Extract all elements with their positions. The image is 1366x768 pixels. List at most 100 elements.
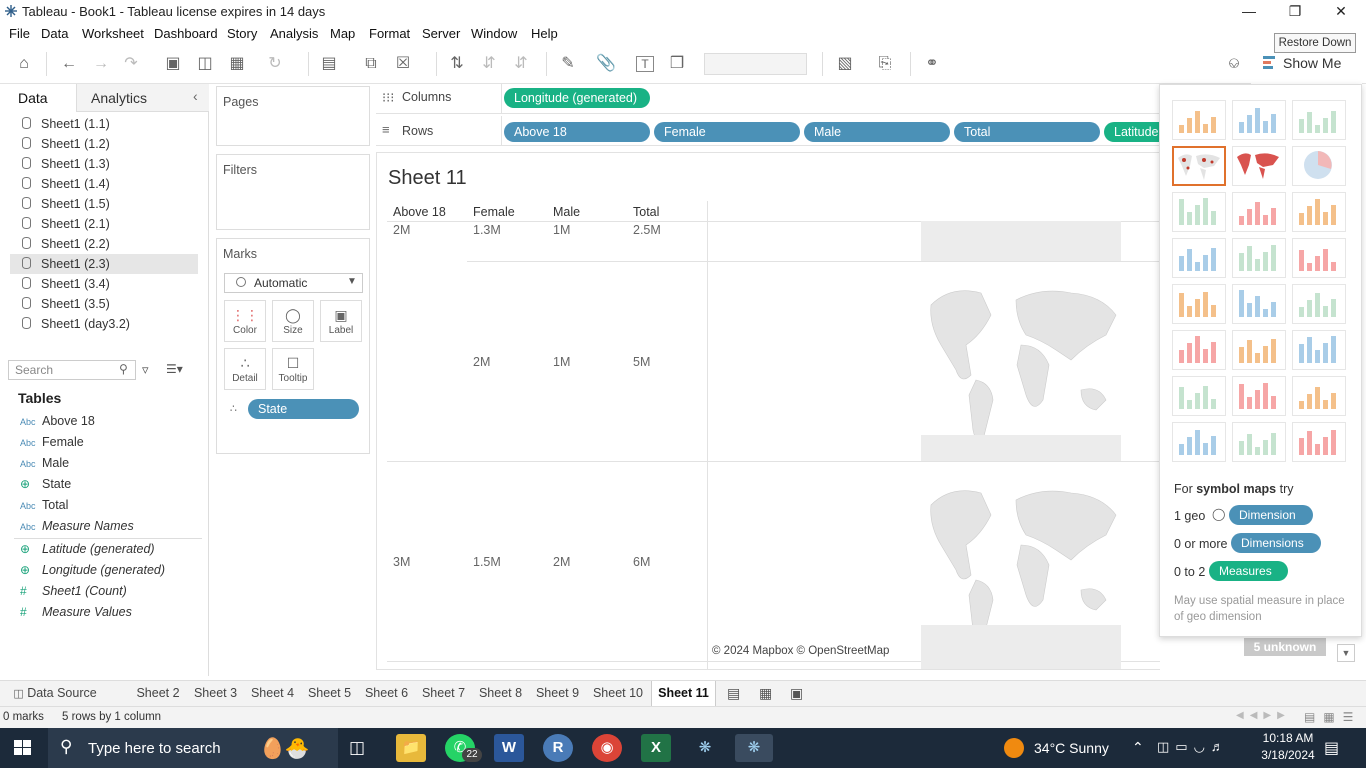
show-mark-labels-icon[interactable]: T bbox=[636, 56, 654, 72]
tab-sheet-10[interactable]: Sheet 10 bbox=[587, 681, 649, 707]
tab-sheet-3[interactable]: Sheet 3 bbox=[188, 681, 243, 707]
duplicate-icon[interactable]: ⧉ bbox=[360, 54, 382, 74]
sheet-nav-icons[interactable]: ◀◀▶▶ bbox=[1236, 710, 1291, 721]
home-icon[interactable]: ⌂ bbox=[13, 54, 35, 74]
color-button[interactable]: ⋮⋮ Color bbox=[224, 300, 266, 342]
menu-dashboard[interactable]: Dashboard bbox=[154, 26, 218, 41]
circle-views-thumbnail[interactable] bbox=[1232, 238, 1286, 278]
dimension-field[interactable]: Abc Above 18 bbox=[20, 411, 95, 431]
heat-map-thumbnail[interactable] bbox=[1232, 100, 1286, 140]
r-icon[interactable]: R bbox=[543, 734, 573, 762]
redo-icon[interactable]: → bbox=[90, 54, 112, 74]
detail-button[interactable]: ∴ Detail bbox=[224, 348, 266, 390]
horizontal-bars-thumbnail[interactable] bbox=[1172, 192, 1226, 232]
word-icon[interactable]: W bbox=[494, 734, 524, 762]
data-source-item[interactable]: Sheet1 (1.1) bbox=[22, 114, 110, 134]
swap-rows-columns-icon[interactable]: ⇅ bbox=[446, 54, 468, 74]
fit-dropdown[interactable] bbox=[704, 53, 807, 75]
excel-icon[interactable]: X bbox=[641, 734, 671, 762]
size-button[interactable]: ◯ Size bbox=[272, 300, 314, 342]
text-table-thumbnail[interactable] bbox=[1172, 100, 1226, 140]
area-discrete-thumbnail[interactable] bbox=[1232, 330, 1286, 370]
mark-type-dropdown[interactable]: Automatic ▼ bbox=[224, 273, 363, 293]
side-by-side-bars-thumbnail[interactable] bbox=[1292, 192, 1346, 232]
restore-down-button[interactable]: ❐ bbox=[1272, 0, 1318, 24]
data-source-item[interactable]: Sheet1 (1.4) bbox=[22, 174, 110, 194]
data-source-item[interactable]: Sheet1 (1.3) bbox=[22, 154, 110, 174]
notifications-icon[interactable]: ▤ bbox=[1324, 738, 1339, 758]
treemap-thumbnail[interactable] bbox=[1172, 238, 1226, 278]
dimension-field[interactable]: Abc Total bbox=[20, 495, 68, 515]
map-pane-4[interactable] bbox=[921, 625, 1121, 669]
new-data-source-icon[interactable]: ◫ bbox=[194, 54, 216, 74]
minimize-button[interactable]: — bbox=[1226, 0, 1272, 24]
replay-icon[interactable]: ↷ bbox=[120, 54, 142, 74]
label-button[interactable]: ▣ Label bbox=[320, 300, 362, 342]
measure-field[interactable]: ⊕ Latitude (generated) bbox=[20, 539, 155, 559]
menu-help[interactable]: Help bbox=[531, 26, 558, 41]
box-and-whisker-thumbnail[interactable] bbox=[1292, 376, 1346, 416]
menu-file[interactable]: File bbox=[9, 26, 30, 41]
continuous-lines-thumbnail[interactable] bbox=[1172, 284, 1226, 324]
stacked-bars-thumbnail[interactable] bbox=[1232, 192, 1286, 232]
state-detail-pill[interactable]: State bbox=[248, 399, 359, 419]
collapse-icon[interactable]: ‹ bbox=[193, 88, 198, 104]
menu-window[interactable]: Window bbox=[471, 26, 517, 41]
tab-data-source[interactable]: ◫ Data Source bbox=[6, 681, 104, 707]
packed-bubbles-thumbnail[interactable] bbox=[1292, 422, 1346, 462]
tab-data[interactable]: Data bbox=[0, 84, 76, 112]
highlight-icon[interactable]: ✎ bbox=[557, 54, 579, 74]
map-pane-1[interactable] bbox=[921, 221, 1121, 261]
save-icon[interactable]: ▣ bbox=[162, 54, 184, 74]
tableau-active-icon[interactable]: ❋ bbox=[735, 734, 773, 762]
unknown-badge[interactable]: 5 unknown bbox=[1244, 638, 1326, 656]
search-field[interactable]: Search ⚲ bbox=[8, 360, 136, 380]
menu-analysis[interactable]: Analysis bbox=[270, 26, 318, 41]
tab-sheet-5[interactable]: Sheet 5 bbox=[302, 681, 357, 707]
refresh-icon[interactable]: ↻ bbox=[264, 54, 286, 74]
measure-field[interactable]: # Measure Values bbox=[20, 602, 132, 622]
longitude-pill[interactable]: Longitude (generated) bbox=[504, 88, 650, 108]
dual-lines-thumbnail[interactable] bbox=[1292, 284, 1346, 324]
dimension-field[interactable]: ⊕ State bbox=[20, 474, 71, 494]
latitude-pill[interactable]: Latitude bbox=[1104, 122, 1160, 142]
view-options-icon[interactable]: ☰▾ bbox=[166, 362, 183, 376]
measure-field[interactable]: # Sheet1 (Count) bbox=[20, 581, 127, 601]
weather-sun-icon[interactable] bbox=[1004, 738, 1024, 758]
measure-field[interactable]: ⊕ Longitude (generated) bbox=[20, 560, 165, 580]
chrome-icon[interactable]: ◉ bbox=[592, 734, 622, 762]
data-source-item[interactable]: Sheet1 (2.3) bbox=[10, 254, 198, 274]
data-source-item[interactable]: Sheet1 (day3.2) bbox=[22, 314, 130, 334]
new-worksheet-icon[interactable]: ▤ bbox=[318, 54, 340, 74]
menu-story[interactable]: Story bbox=[227, 26, 257, 41]
side-by-side-circles-thumbnail[interactable] bbox=[1292, 238, 1346, 278]
tab-sheet-9[interactable]: Sheet 9 bbox=[530, 681, 585, 707]
discrete-lines-thumbnail[interactable] bbox=[1232, 284, 1286, 324]
data-source-item[interactable]: Sheet1 (1.5) bbox=[22, 194, 110, 214]
taskbar-search[interactable]: ⚲ Type here to search 🥚🐣 bbox=[48, 728, 338, 768]
data-source-item[interactable]: Sheet1 (2.2) bbox=[22, 234, 110, 254]
dimension-field[interactable]: Abc Measure Names bbox=[20, 516, 134, 536]
scatter-plot-thumbnail[interactable] bbox=[1172, 376, 1226, 416]
menu-server[interactable]: Server bbox=[422, 26, 460, 41]
show-cards-icon[interactable]: ▧ bbox=[834, 54, 856, 74]
data-source-item[interactable]: Sheet1 (3.4) bbox=[22, 274, 110, 294]
tray-chevron-icon[interactable]: ⌃ bbox=[1132, 739, 1144, 756]
filter-icon[interactable]: ▿ bbox=[142, 362, 149, 378]
gantt-chart-thumbnail[interactable] bbox=[1172, 422, 1226, 462]
symbol-map-thumbnail[interactable] bbox=[1172, 146, 1226, 186]
data-source-item[interactable]: Sheet1 (3.5) bbox=[22, 294, 110, 314]
share-icon[interactable]: ⚭ bbox=[921, 54, 943, 74]
clock-date[interactable]: 3/18/2024 bbox=[1257, 748, 1319, 762]
tray-icons[interactable]: ◫▭◡♬ bbox=[1157, 739, 1230, 755]
pin-axes-icon[interactable]: ❒ bbox=[666, 54, 688, 74]
new-story-tab-icon[interactable]: ▣ bbox=[790, 685, 803, 702]
windows-start-icon[interactable] bbox=[14, 740, 32, 756]
highlight-table-thumbnail[interactable] bbox=[1292, 100, 1346, 140]
group-members-icon[interactable]: 📎 bbox=[595, 54, 617, 74]
tab-sheet-6[interactable]: Sheet 6 bbox=[359, 681, 414, 707]
world-map-pane-2[interactable] bbox=[921, 265, 1121, 461]
male-pill[interactable]: Male bbox=[804, 122, 950, 142]
sheet-sorter-icons[interactable]: ▤▦☰ bbox=[1304, 710, 1361, 724]
bullet-graph-thumbnail[interactable] bbox=[1232, 422, 1286, 462]
